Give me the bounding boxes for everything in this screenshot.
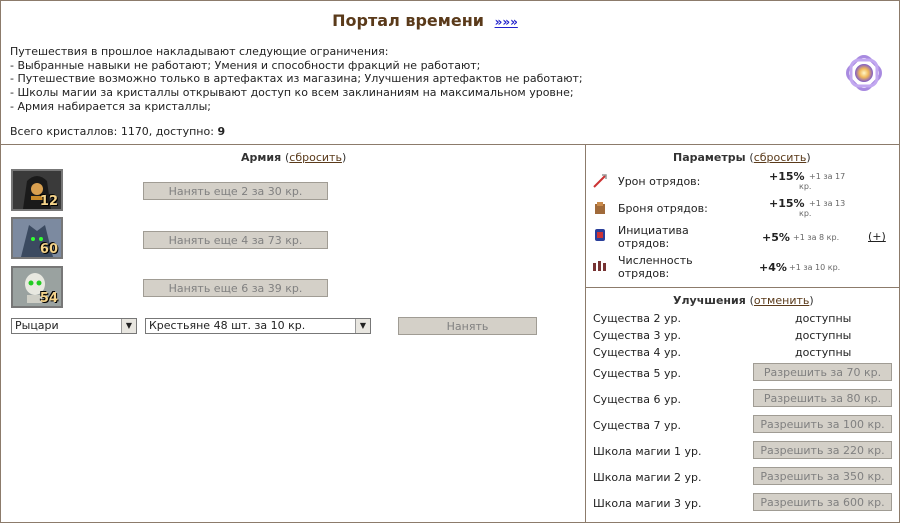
upgrade-label: Существа 3 ур. <box>593 329 681 342</box>
unit-select[interactable]: Крестьяне 48 шт. за 10 кр. ▼ <box>145 318 371 334</box>
upgrade-label: Существа 5 ур. <box>593 367 681 380</box>
param-label: отрядов: <box>618 237 670 250</box>
param-cost: +1 за 13 <box>809 199 846 208</box>
param-label: Инициатива <box>618 224 689 237</box>
upgrade-label: Школа магии 1 ур. <box>593 445 702 458</box>
crystals-label: Всего кристаллов: 1170, доступно: <box>10 125 214 138</box>
upgrades-title: Улучшения (отменить) <box>673 294 814 307</box>
param-value: +5% <box>762 231 790 244</box>
param-row-troops: Численность отрядов: +4% +1 за 10 кр. <box>592 254 892 280</box>
upgrade-label: Существа 6 ур. <box>593 393 681 406</box>
param-cost: +1 за 17 <box>809 172 846 181</box>
unit-count: 60 <box>39 242 58 257</box>
army-reset-link[interactable]: сбросить <box>289 151 342 164</box>
unit-slot-2[interactable]: 60 <box>11 217 63 259</box>
param-cost: кр. <box>799 182 812 191</box>
param-row-damage: Урон отрядов: +15% +1 за 17 кр. <box>592 170 892 196</box>
param-row-armor: Броня отрядов: +15% +1 за 13 кр. <box>592 197 892 223</box>
intro-text: Путешествия в прошлое накладывают следую… <box>10 45 583 114</box>
unit-select-value: Крестьяне 48 шт. за 10 кр. <box>149 319 306 332</box>
intro-line: - Армия набирается за кристаллы; <box>10 99 211 113</box>
param-cost: +1 за 10 кр. <box>789 263 841 272</box>
param-label: Численность <box>618 254 693 267</box>
unlock-button[interactable]: Разрешить за 600 кр. <box>753 493 892 511</box>
upgrade-label: Существа 7 ур. <box>593 419 681 432</box>
page-title: Портал времени »»» <box>1 11 849 30</box>
upgrades-cancel-link[interactable]: отменить <box>754 294 809 307</box>
army-title-text: Армия <box>241 151 282 164</box>
param-row-initiative: Инициатива отрядов: +5% +1 за 8 кр. (+) <box>592 224 892 250</box>
unlock-button[interactable]: Разрешить за 100 кр. <box>753 415 892 433</box>
unit-count: 54 <box>39 291 58 306</box>
upgrade-label: Школа магии 3 ур. <box>593 497 702 510</box>
params-title-text: Параметры <box>673 151 746 164</box>
intro-line: Путешествия в прошлое накладывают следую… <box>10 45 389 58</box>
page-title-text: Портал времени <box>332 11 484 30</box>
upgrade-status: доступны <box>795 312 852 325</box>
upgrade-label: Школа магии 2 ур. <box>593 471 702 484</box>
unit-slot-3[interactable]: 54 <box>11 266 63 308</box>
hire-more-button-3[interactable]: Нанять еще 6 за 39 кр. <box>143 279 328 297</box>
more-link[interactable]: »»» <box>495 15 518 29</box>
unlock-button[interactable]: Разрешить за 80 кр. <box>753 389 892 407</box>
section-divider <box>586 287 899 288</box>
troops-icon <box>593 261 606 271</box>
param-label: Урон отрядов: <box>618 175 701 188</box>
param-cost: +1 за 8 кр. <box>793 233 840 242</box>
portal-icon <box>846 55 882 91</box>
unlock-button[interactable]: Разрешить за 70 кр. <box>753 363 892 381</box>
intro-line: - Выбранные навыки не работают; Умения и… <box>10 58 481 72</box>
hire-button[interactable]: Нанять <box>398 317 537 335</box>
intro-line: - Путешествие возможно только в артефакт… <box>10 72 583 86</box>
upgrade-status: доступны <box>795 346 852 359</box>
chevron-down-icon[interactable]: ▼ <box>355 319 370 333</box>
hire-more-button-2[interactable]: Нанять еще 4 за 73 кр. <box>143 231 328 249</box>
hire-more-button-1[interactable]: Нанять еще 2 за 30 кр. <box>143 182 328 200</box>
faction-select-value: Рыцари <box>15 319 59 332</box>
params-title: Параметры (сбросить) <box>673 151 811 164</box>
upgrade-status: доступны <box>795 329 852 342</box>
unlock-button[interactable]: Разрешить за 220 кр. <box>753 441 892 459</box>
upgrade-label: Существа 2 ур. <box>593 312 681 325</box>
unlock-button[interactable]: Разрешить за 350 кр. <box>753 467 892 485</box>
unit-count: 12 <box>39 194 58 209</box>
armor-icon <box>595 202 605 214</box>
chevron-down-icon[interactable]: ▼ <box>121 319 136 333</box>
unit-slot-1[interactable]: 12 <box>11 169 63 211</box>
param-cost: кр. <box>799 209 812 218</box>
faction-select[interactable]: Рыцари ▼ <box>11 318 137 334</box>
param-label: отрядов: <box>618 267 670 280</box>
upgrade-label: Существа 4 ур. <box>593 346 681 359</box>
header-section: Портал времени »»» Путешествия в прошлое… <box>1 1 899 145</box>
initiative-icon <box>595 229 605 241</box>
crystals-info: Всего кристаллов: 1170, доступно: 9 <box>10 125 225 138</box>
params-reset-link[interactable]: сбросить <box>754 151 807 164</box>
sword-icon <box>593 174 607 188</box>
param-value: +4% <box>759 261 787 274</box>
main-panel: Портал времени »»» Путешествия в прошлое… <box>0 0 900 523</box>
initiative-plus-link[interactable]: (+) <box>868 230 886 243</box>
param-label: Броня отрядов: <box>618 202 708 215</box>
crystals-available: 9 <box>217 125 226 138</box>
intro-line: - Школы магии за кристаллы открывают дос… <box>10 86 574 100</box>
army-title: Армия (сбросить) <box>241 151 347 164</box>
army-section: Армия (сбросить) 12 Нанять еще 2 за 30 к… <box>1 145 586 522</box>
upgrades-title-text: Улучшения <box>673 294 746 307</box>
